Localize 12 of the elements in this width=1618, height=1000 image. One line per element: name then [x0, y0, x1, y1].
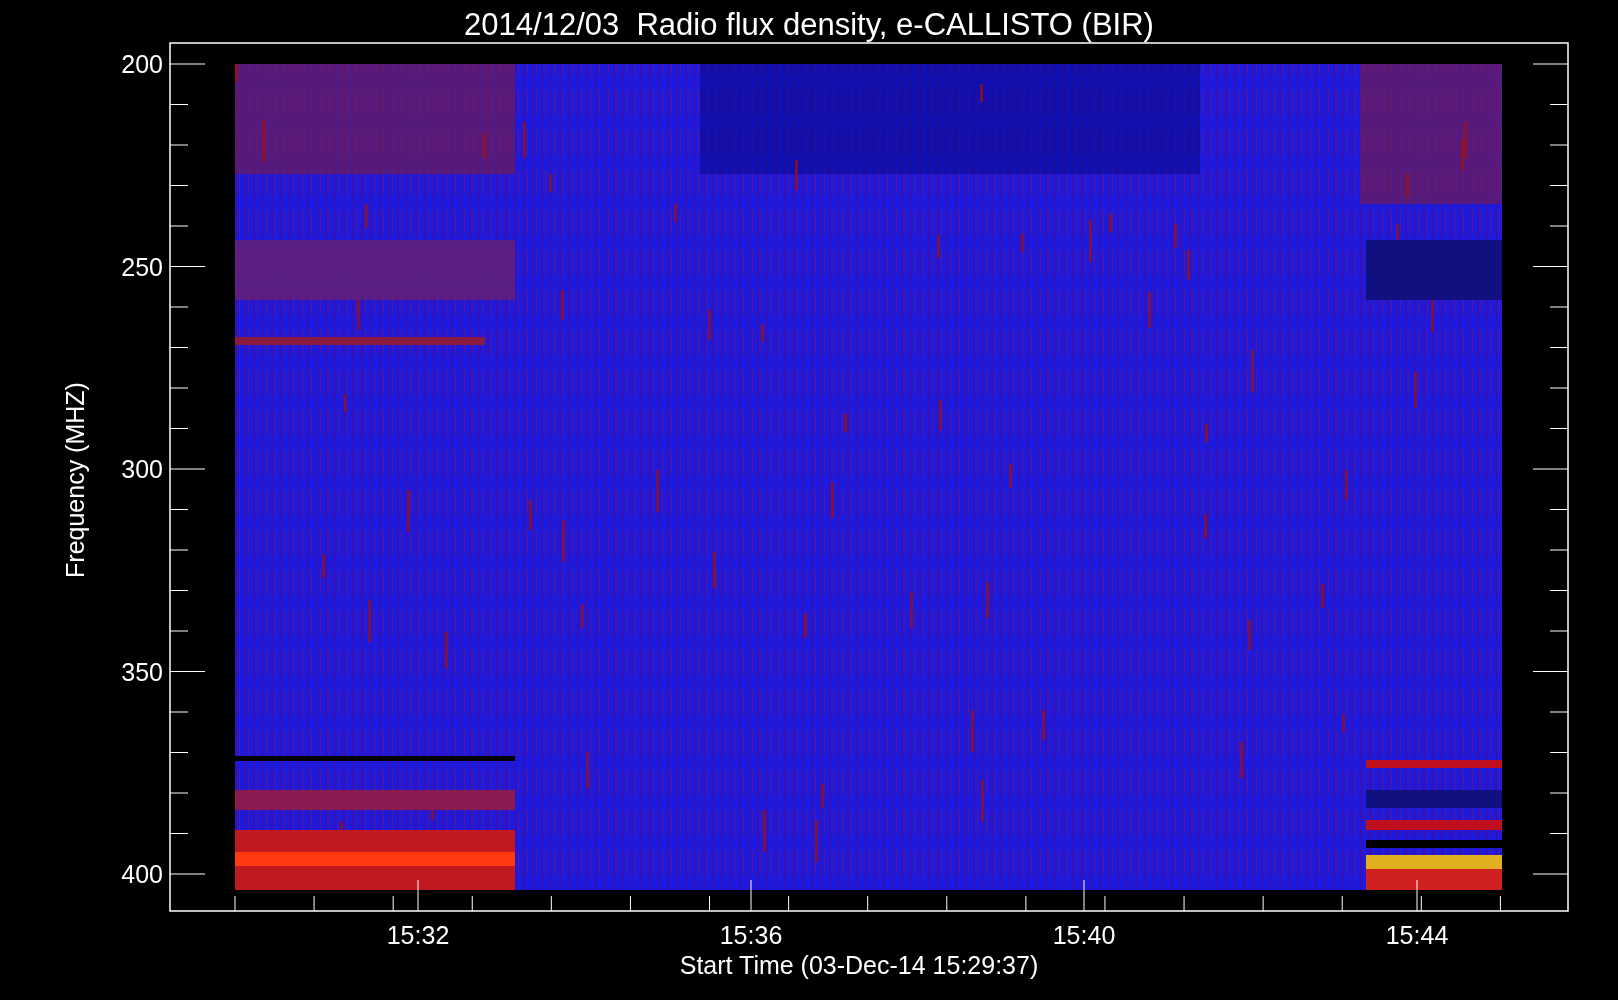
x-tick-label: 15:40	[1051, 920, 1117, 950]
x-tick-label: 15:36	[718, 920, 784, 950]
chart-title: 2014/12/03 Radio flux density, e-CALLISTO (BIR)	[463, 6, 1155, 44]
x-axis-label: Start Time (03-Dec-14 15:29:37)	[678, 950, 1040, 980]
y-axis-label: Frequency (MHZ)	[60, 381, 90, 580]
y-tick-label: 300	[121, 454, 163, 484]
y-tick-label: 350	[121, 656, 163, 687]
x-tick-label: 15:32	[385, 920, 451, 950]
x-tick-label: 15:44	[1384, 920, 1450, 950]
y-tick-label: 200	[121, 49, 163, 79]
y-tick-label: 400	[121, 859, 163, 889]
y-tick-label: 250	[121, 251, 163, 282]
